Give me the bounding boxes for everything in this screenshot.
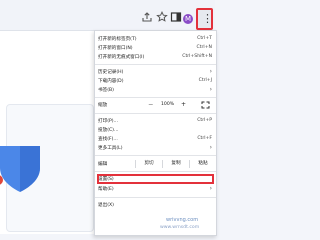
menu-item-downloads[interactable]: 下载内容(D) Ctrl+J: [95, 77, 216, 86]
menu-item-label: 更多工具(L): [98, 146, 123, 151]
menu-item-new-tab[interactable]: 打开新的标签页(T) Ctrl+T: [95, 35, 216, 44]
edit-label: 编辑: [98, 162, 108, 167]
settings-highlight-box: [97, 174, 214, 184]
chevron-right-icon: ›: [209, 68, 212, 75]
menu-item-new-window[interactable]: 打开新的窗口(N) Ctrl+N: [95, 44, 216, 53]
menu-item-bookmarks[interactable]: 书签(B) ›: [95, 86, 216, 95]
menu-divider: [95, 64, 216, 65]
fullscreen-icon[interactable]: [201, 101, 210, 111]
watermark-text: wrivvng.com: [166, 217, 199, 223]
chevron-right-icon: ›: [209, 86, 212, 93]
more-menu-icon: ⋮: [202, 12, 213, 25]
menu-zoom-row: 缩放 － 100% +: [95, 101, 216, 110]
more-menu-button[interactable]: ⋮: [196, 8, 213, 30]
menu-item-label: 打开新的无痕式窗口(I): [98, 55, 145, 60]
menu-item-label: 投放(C)...: [98, 128, 119, 133]
menu-divider: [95, 197, 216, 198]
menu-divider: [95, 97, 216, 98]
zoom-out-button[interactable]: －: [148, 101, 154, 109]
menu-item-label: 打开新的窗口(N): [98, 46, 133, 51]
menu-item-exit[interactable]: 退出(X): [95, 201, 216, 210]
watermark-url: www.wrnsdt.com: [160, 225, 200, 230]
menu-item-find[interactable]: 查找(F)... Ctrl+F: [95, 135, 216, 144]
menu-item-label: 退出(X): [98, 203, 114, 208]
sidebar-icon[interactable]: [169, 9, 183, 23]
share-icon[interactable]: [140, 9, 154, 23]
shortcut-label: Ctrl+Shift+N: [182, 54, 212, 59]
menu-item-label: 打印(P)...: [98, 119, 118, 124]
zoom-value: 100%: [161, 102, 175, 107]
shortcut-label: Ctrl+J: [198, 78, 212, 83]
shortcut-label: Ctrl+F: [197, 136, 212, 141]
copy-button[interactable]: 复制: [162, 160, 189, 168]
chevron-right-icon: ›: [209, 185, 212, 192]
menu-item-label: 书签(B): [98, 88, 114, 93]
cut-button[interactable]: 剪切: [135, 160, 162, 168]
zoom-in-button[interactable]: +: [181, 101, 186, 108]
shortcut-label: Ctrl+N: [196, 45, 212, 50]
chrome-main-menu: 打开新的标签页(T) Ctrl+T 打开新的窗口(N) Ctrl+N 打开新的无…: [94, 30, 217, 236]
menu-edit-row: 编辑 剪切 复制 粘贴: [95, 159, 216, 169]
shortcut-label: Ctrl+P: [197, 118, 212, 123]
browser-toolbar: M ⋮: [0, 0, 215, 31]
chevron-right-icon: ›: [209, 144, 212, 151]
shortcut-label: Ctrl+T: [197, 36, 212, 41]
paste-button[interactable]: 粘贴: [189, 160, 216, 168]
zoom-label: 缩放: [98, 103, 108, 108]
menu-divider: [95, 113, 216, 114]
menu-item-label: 查找(F)...: [98, 137, 118, 142]
menu-divider: [95, 171, 216, 172]
menu-item-label: 打开新的标签页(T): [98, 37, 137, 42]
menu-item-label: 帮助(E): [98, 187, 114, 192]
menu-item-more-tools[interactable]: 更多工具(L) ›: [95, 144, 216, 153]
menu-divider: [95, 155, 216, 156]
menu-item-label: 历史记录(H): [98, 70, 124, 75]
menu-item-new-incognito[interactable]: 打开新的无痕式窗口(I) Ctrl+Shift+N: [95, 53, 216, 62]
bookmark-star-icon[interactable]: [155, 9, 169, 23]
profile-avatar[interactable]: M: [183, 14, 193, 24]
menu-item-help[interactable]: 帮助(E) ›: [95, 185, 216, 194]
menu-item-print[interactable]: 打印(P)... Ctrl+P: [95, 117, 216, 126]
menu-item-history[interactable]: 历史记录(H) ›: [95, 68, 216, 77]
shield-icon: [0, 146, 40, 192]
menu-item-label: 下载内容(D): [98, 79, 124, 84]
menu-item-cast[interactable]: 投放(C)...: [95, 126, 216, 135]
